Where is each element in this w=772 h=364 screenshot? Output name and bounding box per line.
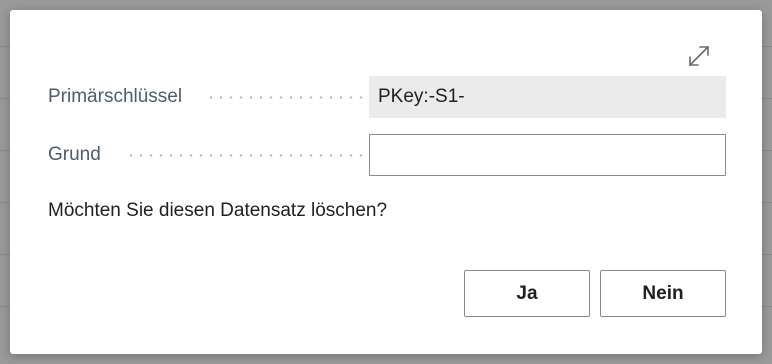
no-button[interactable]: Nein: [600, 270, 726, 317]
leader-dots: [208, 96, 396, 99]
reason-row: Grund: [48, 134, 726, 176]
confirmation-question: Möchten Sie diesen Datensatz löschen?: [48, 200, 388, 221]
expand-icon[interactable]: [685, 42, 713, 70]
yes-button[interactable]: Ja: [464, 270, 590, 317]
primary-key-row: Primärschlüssel PKey:-S1-: [48, 76, 726, 118]
reason-label: Grund: [48, 144, 101, 165]
delete-confirmation-dialog: Primärschlüssel PKey:-S1- Grund Möchten …: [10, 10, 762, 354]
primary-key-value: PKey:-S1-: [369, 76, 726, 118]
reason-input[interactable]: [369, 134, 726, 176]
leader-dots: [123, 154, 396, 157]
primary-key-label: Primärschlüssel: [48, 86, 183, 107]
